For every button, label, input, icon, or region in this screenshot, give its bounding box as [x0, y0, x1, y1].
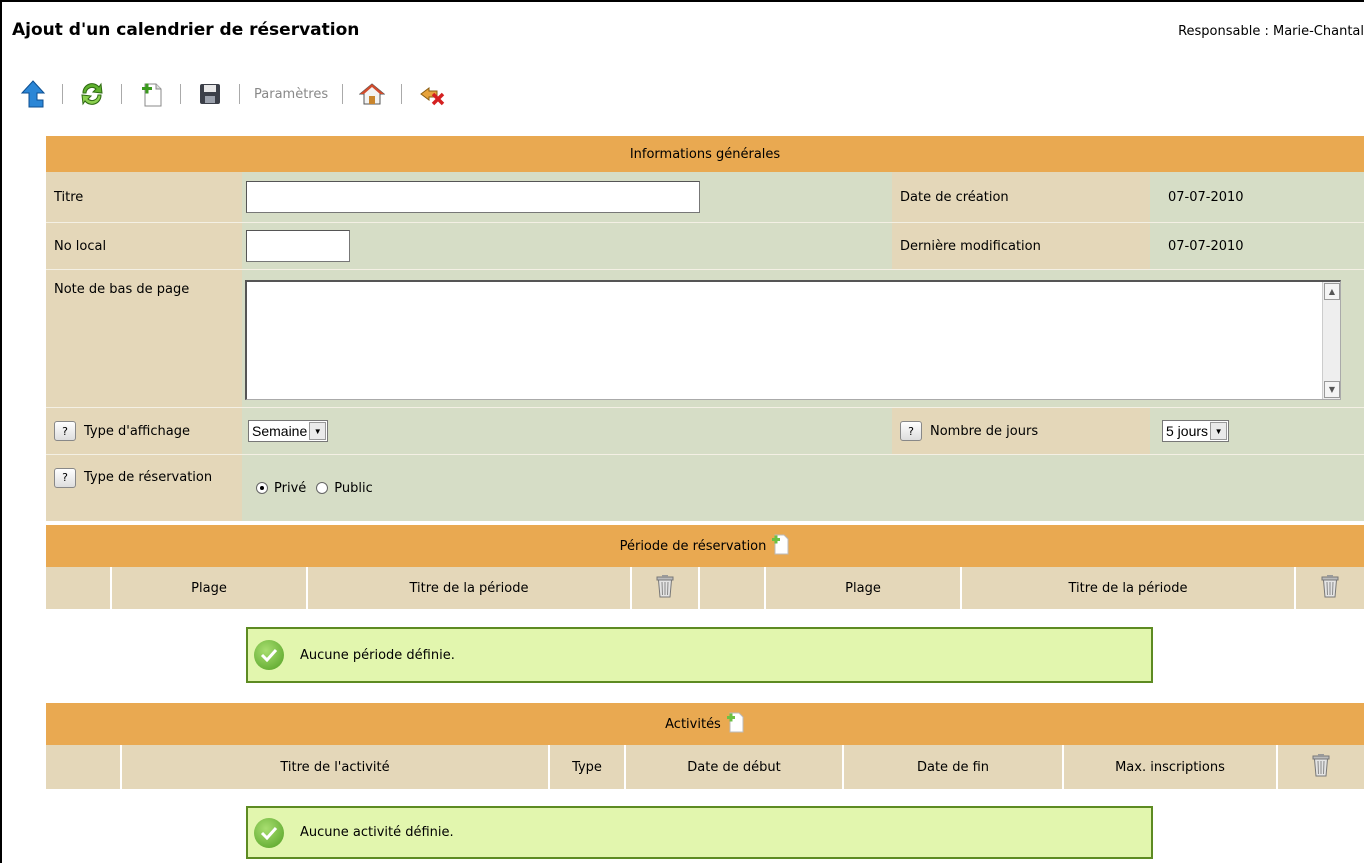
exit-icon[interactable]: [416, 79, 446, 109]
col-plage-2: Plage: [766, 567, 962, 609]
periode-empty-text: Aucune période définie.: [300, 647, 455, 663]
col-max-inscriptions: Max. inscriptions: [1064, 745, 1278, 789]
scroll-up-icon[interactable]: ▲: [1324, 283, 1340, 300]
col-date-fin: Date de fin: [844, 745, 1064, 789]
no-local-label: No local: [46, 223, 242, 270]
responsable-label: Responsable : Marie-Chantal: [1178, 24, 1364, 39]
note-label: Note de bas de page: [46, 270, 242, 408]
check-icon: [254, 817, 284, 848]
trash-icon[interactable]: [1321, 574, 1339, 602]
activites-columns: Titre de l'activité Type Date de début D…: [46, 745, 1364, 789]
type-reservation-label: Type de réservation: [84, 470, 213, 485]
row-type-reservation: ? Type de réservation Privé Public: [46, 455, 1364, 521]
parametres-link[interactable]: Paramètres: [254, 87, 328, 102]
chevron-down-icon: ▼: [309, 422, 327, 440]
section-title-periode: Période de réservation: [619, 538, 767, 554]
note-scrollbar[interactable]: ▲ ▼: [1322, 282, 1340, 399]
date-creation-value: 07-07-2010: [1150, 172, 1364, 223]
col-date-debut: Date de début: [626, 745, 844, 789]
add-periode-icon[interactable]: [772, 533, 790, 559]
radio-public[interactable]: [316, 482, 329, 494]
col-titre-periode: Titre de la période: [308, 567, 632, 609]
check-icon: [254, 640, 284, 670]
type-affichage-label: Type d'affichage: [84, 423, 190, 439]
chevron-down-icon: ▼: [1210, 422, 1228, 440]
periode-columns: Plage Titre de la période Plage Titre de…: [46, 567, 1364, 609]
radio-prive-label: Privé: [274, 480, 307, 496]
radio-public-label: Public: [334, 480, 373, 496]
titre-input[interactable]: [246, 181, 700, 213]
type-affichage-value: Semaine: [252, 423, 308, 439]
trash-icon[interactable]: [656, 574, 674, 602]
trash-icon[interactable]: [1312, 753, 1330, 781]
section-header-general: Informations générales: [46, 136, 1364, 172]
scroll-down-icon[interactable]: ▼: [1324, 381, 1340, 398]
new-document-icon[interactable]: [136, 79, 166, 109]
section-title-general: Informations générales: [629, 146, 781, 162]
note-textarea[interactable]: ▲ ▼: [245, 280, 1341, 400]
activites-empty-message: Aucune activité définie.: [246, 806, 1153, 859]
activites-empty-text: Aucune activité définie.: [300, 825, 454, 840]
row-note: Note de bas de page ▲ ▼: [46, 270, 1364, 408]
col-titre-periode-2: Titre de la période: [962, 567, 1296, 609]
help-icon[interactable]: ?: [54, 468, 76, 488]
col-plage: Plage: [112, 567, 308, 609]
section-header-periode: Période de réservation: [46, 523, 1364, 567]
derniere-modification-value: 07-07-2010: [1150, 223, 1364, 270]
type-affichage-select[interactable]: Semaine ▼: [248, 420, 329, 442]
section-title-activites: Activités: [665, 716, 721, 732]
date-creation-label: Date de création: [892, 172, 1150, 223]
nombre-jours-label: Nombre de jours: [930, 423, 1039, 439]
section-header-activites: Activités: [46, 703, 1364, 745]
col-type: Type: [550, 745, 626, 789]
periode-empty-message: Aucune période définie.: [246, 627, 1153, 683]
radio-prive[interactable]: [256, 482, 268, 494]
help-icon[interactable]: ?: [900, 421, 922, 441]
row-no-local: No local Dernière modification 07-07-201…: [46, 223, 1364, 270]
help-icon[interactable]: ?: [54, 421, 76, 441]
derniere-modification-label: Dernière modification: [892, 223, 1150, 270]
home-icon[interactable]: [357, 79, 387, 109]
no-local-input[interactable]: [246, 230, 350, 262]
up-arrow-icon[interactable]: [18, 79, 48, 109]
add-activite-icon[interactable]: [726, 711, 745, 737]
toolbar: Paramètres: [18, 78, 446, 110]
save-icon[interactable]: [195, 79, 225, 109]
page-title: Ajout d'un calendrier de réservation: [12, 20, 360, 40]
col-titre-activite: Titre de l'activité: [122, 745, 550, 789]
nombre-jours-select[interactable]: 5 jours ▼: [1162, 420, 1230, 442]
row-type-affichage: ? Type d'affichage Semaine ▼ ? Nombre de…: [46, 408, 1364, 455]
refresh-icon[interactable]: [77, 79, 107, 109]
nombre-jours-value: 5 jours: [1166, 423, 1209, 439]
row-titre: Titre Date de création 07-07-2010: [46, 172, 1364, 223]
titre-label: Titre: [46, 172, 242, 223]
